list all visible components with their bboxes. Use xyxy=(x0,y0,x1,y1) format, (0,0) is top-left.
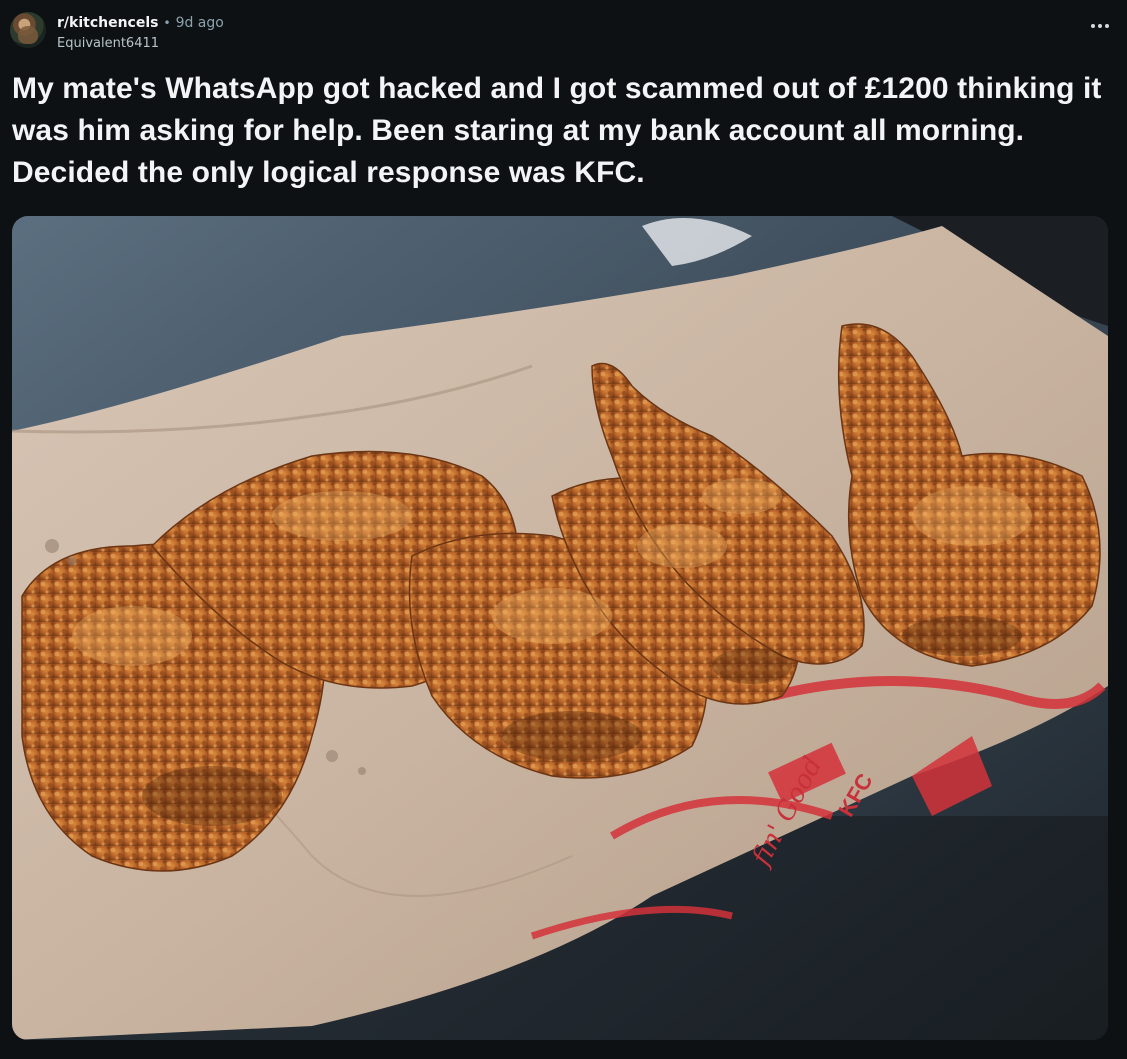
more-options-icon[interactable] xyxy=(1091,24,1109,28)
post-image[interactable]: fin' Good KFC xyxy=(12,216,1108,1040)
post-header: r/kitchencels • 9d ago Equivalent6411 xyxy=(10,10,224,60)
fried-chicken-photo: fin' Good KFC xyxy=(12,216,1108,1040)
author-link[interactable]: Equivalent6411 xyxy=(57,36,224,51)
meta-line: r/kitchencels • 9d ago xyxy=(57,10,224,36)
post-title[interactable]: My mate's WhatsApp got hacked and I got … xyxy=(12,68,1112,194)
post-meta: r/kitchencels • 9d ago Equivalent6411 xyxy=(57,10,224,51)
meta-separator: • xyxy=(163,16,171,30)
subreddit-avatar[interactable] xyxy=(10,12,46,48)
post-timestamp: 9d ago xyxy=(175,15,224,31)
subreddit-link[interactable]: r/kitchencels xyxy=(57,15,158,31)
post-container: r/kitchencels • 9d ago Equivalent6411 My… xyxy=(0,0,1127,1059)
